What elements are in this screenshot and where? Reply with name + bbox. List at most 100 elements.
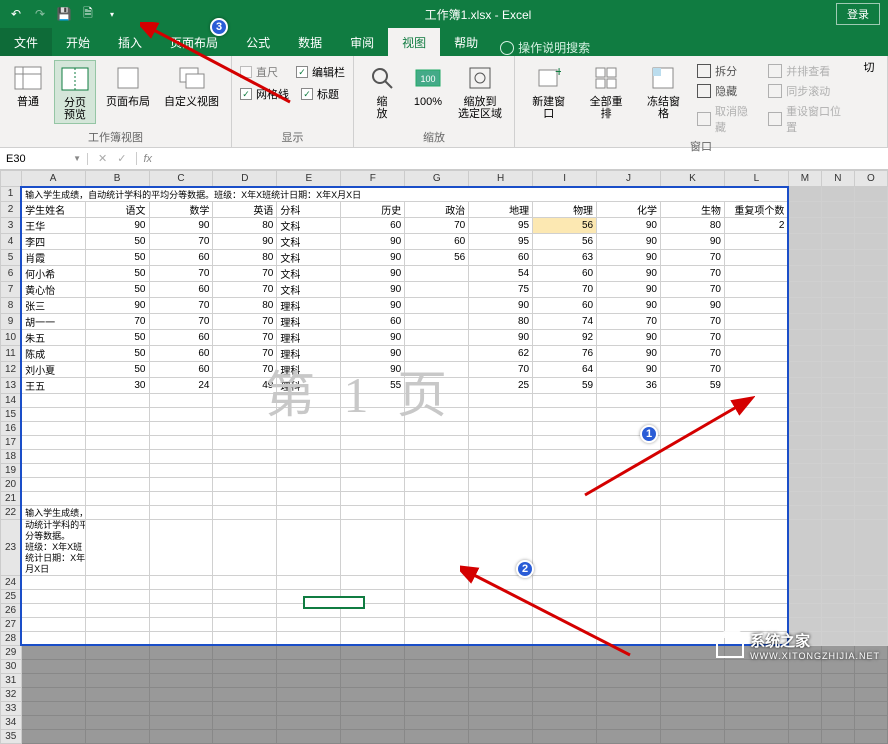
arrange-all-button[interactable]: 全部重排	[580, 60, 631, 122]
col-header[interactable]: O	[854, 171, 887, 187]
row-header[interactable]: 24	[1, 575, 22, 589]
new-window-button[interactable]: + 新建窗口	[523, 60, 574, 122]
group-label-window: 窗口	[523, 136, 879, 154]
name-box[interactable]: E30 ▼	[0, 153, 88, 165]
row-header[interactable]: 20	[1, 477, 22, 491]
row-header[interactable]: 21	[1, 491, 22, 505]
tab-review[interactable]: 审阅	[336, 28, 388, 56]
tab-help[interactable]: 帮助	[440, 28, 492, 56]
col-header[interactable]: H	[469, 171, 533, 187]
freeze-panes-button[interactable]: 冻结窗格	[638, 60, 689, 122]
col-header[interactable]: G	[405, 171, 469, 187]
redo-icon[interactable]: ↷	[30, 4, 50, 24]
worksheet-area[interactable]: ABCDEFGHIJKLMNO1输入学生成绩，自动统计学科的平均分等数据。班级：…	[0, 170, 888, 669]
gridlines-checkbox[interactable]: ✓网格线	[240, 86, 289, 102]
zoom-100-button[interactable]: 100 100%	[408, 60, 448, 110]
tell-me-search[interactable]: 操作说明搜索	[492, 39, 598, 56]
headings-checkbox[interactable]: ✓标题	[301, 86, 339, 102]
col-header[interactable]: F	[341, 171, 405, 187]
side-by-side-button[interactable]: 并排查看	[766, 62, 853, 80]
freeze-icon	[647, 62, 679, 94]
tab-insert[interactable]: 插入	[104, 28, 156, 56]
row-header[interactable]: 2	[1, 201, 22, 217]
ruler-checkbox[interactable]: 直尺	[240, 64, 278, 80]
row-header[interactable]: 25	[1, 589, 22, 603]
row-header[interactable]: 17	[1, 435, 22, 449]
row-header[interactable]: 12	[1, 361, 22, 377]
custom-views-button[interactable]: 自定义视图	[160, 60, 223, 110]
row-header[interactable]: 23	[1, 519, 22, 575]
cancel-icon[interactable]: ✕	[98, 152, 107, 165]
save-icon[interactable]: 💾	[54, 4, 74, 24]
login-button[interactable]: 登录	[836, 3, 880, 25]
row-header[interactable]: 9	[1, 313, 22, 329]
row-header[interactable]: 32	[1, 687, 22, 701]
reset-pos-button[interactable]: 重设窗口位置	[766, 102, 853, 136]
row-header[interactable]: 1	[1, 187, 22, 202]
row-header[interactable]: 7	[1, 281, 22, 297]
namebox-dropdown-icon[interactable]: ▼	[73, 154, 81, 163]
page-break-preview-button[interactable]: 分页 预览	[54, 60, 96, 124]
hide-button[interactable]: 隐藏	[695, 82, 760, 100]
row-header[interactable]: 4	[1, 233, 22, 249]
row-header[interactable]: 10	[1, 329, 22, 345]
col-header[interactable]: J	[597, 171, 661, 187]
row-header[interactable]: 15	[1, 407, 22, 421]
col-header[interactable]: E	[277, 171, 341, 187]
row-header[interactable]: 3	[1, 217, 22, 233]
row-header[interactable]: 8	[1, 297, 22, 313]
group-workbook-views: 普通 分页 预览 页面布局 自定义视图 工作簿视图	[0, 56, 232, 147]
group-window: + 新建窗口 全部重排 冻结窗格 拆分 隐藏 取消隐藏 并排查看 同步滚动 重设…	[515, 56, 888, 147]
tab-home[interactable]: 开始	[52, 28, 104, 56]
col-header[interactable]: C	[149, 171, 213, 187]
row-header[interactable]: 29	[1, 645, 22, 659]
col-header[interactable]: M	[788, 171, 821, 187]
group-label-zoom: 缩放	[362, 127, 506, 145]
page-layout-button[interactable]: 页面布局	[102, 60, 154, 110]
col-header[interactable]: N	[821, 171, 854, 187]
row-header[interactable]: 16	[1, 421, 22, 435]
row-header[interactable]: 35	[1, 729, 22, 743]
enter-icon[interactable]: ✓	[117, 152, 126, 165]
row-header[interactable]: 13	[1, 377, 22, 393]
row-header[interactable]: 18	[1, 449, 22, 463]
row-header[interactable]: 22	[1, 505, 22, 519]
row-header[interactable]: 28	[1, 631, 22, 645]
row-header[interactable]: 11	[1, 345, 22, 361]
row-header[interactable]: 30	[1, 659, 22, 673]
tab-formula[interactable]: 公式	[232, 28, 284, 56]
col-header[interactable]: L	[724, 171, 788, 187]
col-header[interactable]: K	[661, 171, 725, 187]
col-header[interactable]: I	[533, 171, 597, 187]
undo-icon[interactable]: ↶	[6, 4, 26, 24]
qat-dropdown-icon[interactable]: ▾	[102, 4, 122, 24]
col-header[interactable]: A	[21, 171, 85, 187]
row-header[interactable]: 33	[1, 701, 22, 715]
zoom-selection-button[interactable]: 缩放到 选定区域	[454, 60, 506, 122]
row-header[interactable]: 31	[1, 673, 22, 687]
split-button[interactable]: 拆分	[695, 62, 760, 80]
row-header[interactable]: 34	[1, 715, 22, 729]
row-header[interactable]: 19	[1, 463, 22, 477]
col-header[interactable]: D	[213, 171, 277, 187]
tab-view[interactable]: 视图	[388, 28, 440, 56]
side-icon	[768, 64, 782, 78]
col-header[interactable]: B	[85, 171, 149, 187]
fx-icon[interactable]: fx	[137, 153, 158, 165]
row-header[interactable]: 14	[1, 393, 22, 407]
tab-data[interactable]: 数据	[284, 28, 336, 56]
normal-view-button[interactable]: 普通	[8, 60, 48, 110]
zoom-icon	[366, 62, 398, 94]
tab-file[interactable]: 文件	[0, 28, 52, 56]
unhide-button[interactable]: 取消隐藏	[695, 102, 760, 136]
row-header[interactable]: 27	[1, 617, 22, 631]
active-cell[interactable]	[303, 596, 365, 609]
print-preview-icon[interactable]: 🗎	[78, 4, 98, 24]
switch-window-button[interactable]: 切	[859, 60, 879, 76]
formulabar-checkbox[interactable]: ✓编辑栏	[296, 64, 345, 80]
sync-scroll-button[interactable]: 同步滚动	[766, 82, 853, 100]
row-header[interactable]: 26	[1, 603, 22, 617]
zoom-button[interactable]: 缩 放	[362, 60, 402, 122]
row-header[interactable]: 5	[1, 249, 22, 265]
row-header[interactable]: 6	[1, 265, 22, 281]
